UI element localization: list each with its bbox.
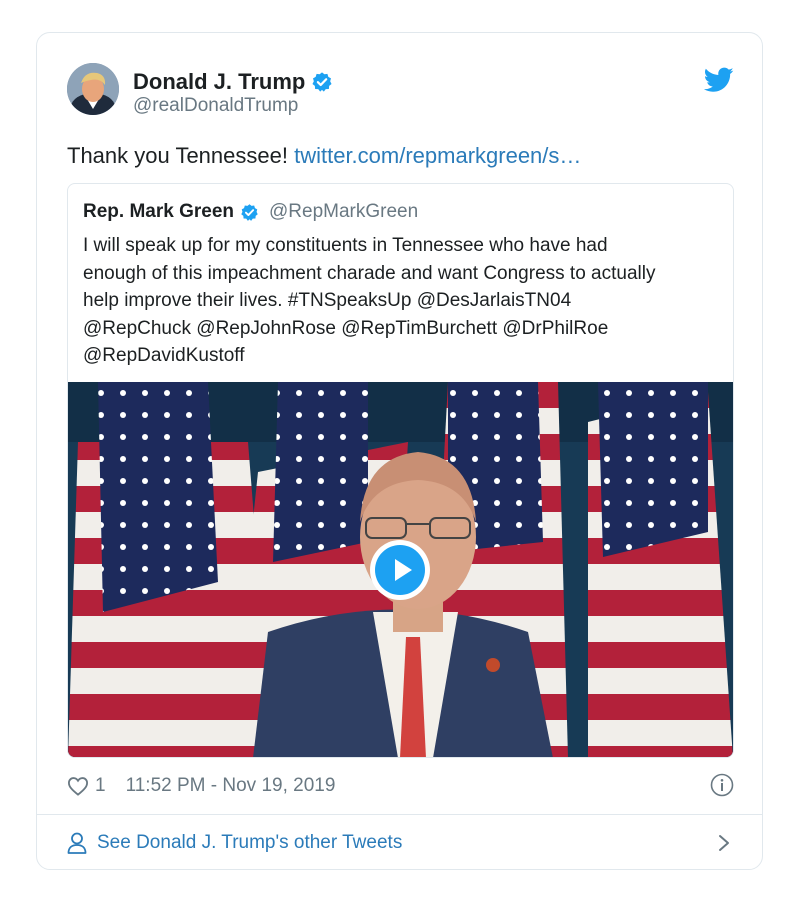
quoted-text-line: @RepChuck @RepJohnRose @RepTimBurchett @… <box>83 317 609 339</box>
verified-badge-icon <box>312 72 332 92</box>
like-count[interactable]: 1 <box>95 775 106 797</box>
quoted-tweet[interactable]: Rep. Mark Green @RepMarkGreen I will spe… <box>67 183 734 758</box>
twitter-bird-icon[interactable] <box>704 67 734 93</box>
author-handle[interactable]: @realDonaldTrump <box>133 95 298 117</box>
person-icon <box>67 832 87 854</box>
see-other-tweets-link[interactable]: See Donald J. Trump's other Tweets <box>67 828 734 858</box>
tweet-link[interactable]: twitter.com/repmarkgreen/s… <box>294 143 581 168</box>
tweet-timestamp[interactable]: 11:52 PM - Nov 19, 2019 <box>126 775 336 797</box>
heart-icon[interactable] <box>67 776 89 796</box>
video-thumbnail[interactable] <box>68 382 733 757</box>
quoted-text-line: @RepDavidKustoff <box>83 345 245 366</box>
quoted-header: Rep. Mark Green @RepMarkGreen <box>83 201 418 223</box>
divider <box>37 814 762 815</box>
see-other-tweets-label: See Donald J. Trump's other Tweets <box>97 832 403 853</box>
tweet-body: Thank you Tennessee! <box>67 143 295 168</box>
author-name[interactable]: Donald J. Trump <box>133 69 305 95</box>
quoted-author-handle[interactable]: @RepMarkGreen <box>269 201 418 223</box>
tweet-footer: 1 11:52 PM - Nov 19, 2019 <box>67 771 734 801</box>
quoted-text-line: help improve their lives. #TNSpeaksUp @D… <box>83 290 572 311</box>
author-name-row: Donald J. Trump <box>133 69 333 95</box>
embedded-tweet-card: Donald J. Trump @realDonaldTrump Thank y… <box>36 32 763 870</box>
quoted-text: I will speak up for my constituents in T… <box>83 232 723 370</box>
play-button[interactable] <box>370 540 430 600</box>
quoted-text-line: enough of this impeachment charade and w… <box>83 262 656 284</box>
tweet-text: Thank you Tennessee! twitter.com/repmark… <box>67 143 581 169</box>
quoted-author-name[interactable]: Rep. Mark Green <box>83 201 234 223</box>
info-icon[interactable] <box>710 773 734 797</box>
avatar[interactable] <box>67 63 119 115</box>
verified-badge-icon <box>241 203 258 221</box>
quoted-text-line: I will speak up for my constituents in T… <box>83 235 608 256</box>
play-icon <box>375 545 425 595</box>
chevron-right-icon <box>719 835 729 851</box>
